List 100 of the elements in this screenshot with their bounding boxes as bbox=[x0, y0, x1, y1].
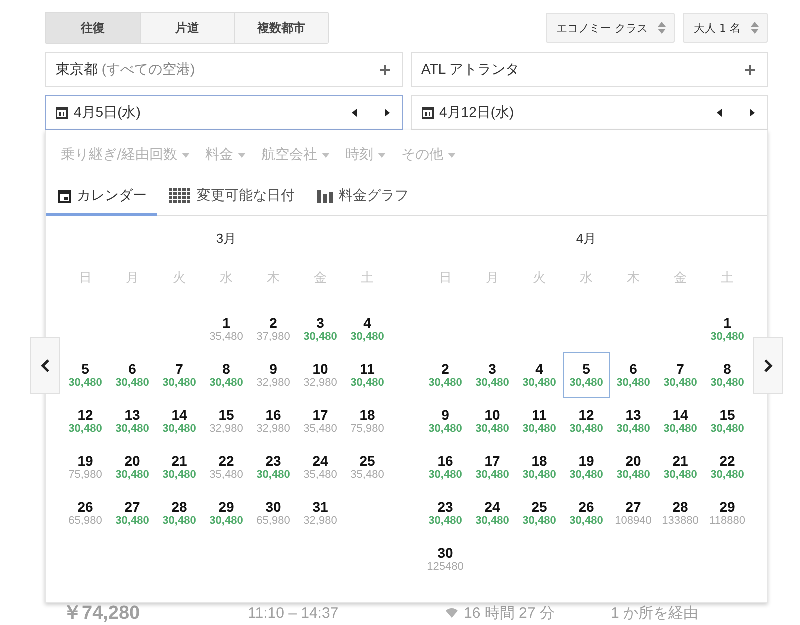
dropdown-caret-icon bbox=[448, 152, 456, 158]
cabin-class-select[interactable]: エコノミー クラス bbox=[546, 13, 675, 43]
calendar-day[interactable]: 28 30,480 bbox=[156, 490, 203, 536]
weekday-label: 月 bbox=[485, 269, 500, 287]
calendar-day[interactable]: 12 30,480 bbox=[62, 398, 109, 444]
calendar-day[interactable]: 7 30,480 bbox=[657, 352, 704, 398]
weekday-label: 金 bbox=[313, 269, 328, 287]
calendar-day[interactable]: 11 30,480 bbox=[344, 352, 391, 398]
calendar-day[interactable]: 21 30,480 bbox=[657, 444, 704, 490]
calendar-day[interactable]: 15 30,480 bbox=[704, 398, 751, 444]
next-day-icon[interactable] bbox=[384, 108, 390, 116]
calendar-day[interactable]: 19 30,480 bbox=[563, 444, 610, 490]
weekday-label: 日 bbox=[78, 269, 93, 287]
calendar-day[interactable]: 15 32,980 bbox=[203, 398, 250, 444]
calendar-day[interactable]: 2 37,980 bbox=[250, 306, 297, 352]
calendar-day[interactable]: 23 30,480 bbox=[422, 490, 469, 536]
bar-chart-icon bbox=[317, 189, 333, 203]
calendar-day[interactable]: 6 30,480 bbox=[610, 352, 657, 398]
trip-type-button[interactable]: 往復 bbox=[46, 13, 140, 43]
view-tab[interactable]: 変更可能な日付 bbox=[157, 179, 305, 216]
calendar-day[interactable]: 10 30,480 bbox=[469, 398, 516, 444]
calendar-day[interactable]: 17 30,480 bbox=[469, 444, 516, 490]
weekday-label: 水 bbox=[219, 269, 234, 287]
calendar-day[interactable]: 8 30,480 bbox=[203, 352, 250, 398]
calendar-day[interactable]: 11 30,480 bbox=[516, 398, 563, 444]
calendar-day[interactable]: 8 30,480 bbox=[704, 352, 751, 398]
calendar-day[interactable]: 30 125480 bbox=[422, 536, 469, 582]
trip-type-button[interactable]: 片道 bbox=[140, 13, 234, 43]
weekday-label: 水 bbox=[579, 269, 594, 287]
calendar-day[interactable]: 4 30,480 bbox=[344, 306, 391, 352]
calendar-day[interactable]: 28 133880 bbox=[657, 490, 704, 536]
calendar-icon bbox=[422, 106, 434, 118]
previous-month-button[interactable] bbox=[30, 337, 60, 394]
calendar-day[interactable]: 21 30,480 bbox=[156, 444, 203, 490]
dropdown-caret-icon bbox=[322, 152, 330, 158]
grid-icon bbox=[169, 188, 191, 204]
calendar-day[interactable]: 3 30,480 bbox=[297, 306, 344, 352]
passengers-select[interactable]: 大人 1 名 bbox=[683, 13, 768, 43]
weekday-label: 月 bbox=[125, 269, 140, 287]
dropdown-caret-icon bbox=[378, 152, 386, 158]
add-icon[interactable] bbox=[745, 64, 755, 74]
calendar-day[interactable]: 24 35,480 bbox=[297, 444, 344, 490]
calendar-day[interactable]: 1 35,480 bbox=[203, 306, 250, 352]
next-day-icon[interactable] bbox=[750, 108, 755, 116]
calendar-day[interactable]: 7 30,480 bbox=[156, 352, 203, 398]
weekday-label: 金 bbox=[673, 269, 688, 287]
previous-day-icon[interactable] bbox=[352, 108, 356, 116]
calendar-day[interactable]: 17 35,480 bbox=[297, 398, 344, 444]
dropdown-caret-icon bbox=[238, 152, 246, 158]
weekday-label: 土 bbox=[360, 269, 375, 287]
calendar-day[interactable]: 22 35,480 bbox=[203, 444, 250, 490]
calendar-day[interactable]: 14 30,480 bbox=[657, 398, 704, 444]
calendar-day[interactable]: 9 30,480 bbox=[422, 398, 469, 444]
calendar-day[interactable]: 10 32,980 bbox=[297, 352, 344, 398]
origin-field[interactable]: 東京都 (すべての空港) bbox=[45, 52, 402, 87]
calendar-day[interactable]: 19 75,980 bbox=[62, 444, 109, 490]
calendar-day[interactable]: 2 30,480 bbox=[422, 352, 469, 398]
calendar-day[interactable]: 16 30,480 bbox=[422, 444, 469, 490]
calendar-day[interactable]: 5 30,480 bbox=[563, 352, 610, 398]
calendar-day[interactable]: 26 30,480 bbox=[563, 490, 610, 536]
calendar-day[interactable]: 24 30,480 bbox=[469, 490, 516, 536]
view-tab[interactable]: 料金グラフ bbox=[305, 179, 419, 216]
calendar-day[interactable]: 13 30,480 bbox=[610, 398, 657, 444]
chevron-left-icon bbox=[40, 358, 50, 372]
calendar-day[interactable]: 30 65,980 bbox=[250, 490, 297, 536]
calendar-day[interactable]: 25 35,480 bbox=[344, 444, 391, 490]
calendar-day[interactable]: 27 108940 bbox=[610, 490, 657, 536]
calendar-day[interactable]: 1 30,480 bbox=[704, 306, 751, 352]
calendar-day[interactable]: 16 32,980 bbox=[250, 398, 297, 444]
result-price: ￥74,280 bbox=[63, 602, 142, 625]
date-field[interactable]: 4月5日(水) bbox=[45, 95, 402, 130]
previous-day-icon[interactable] bbox=[717, 108, 722, 116]
calendar-day[interactable]: 14 30,480 bbox=[156, 398, 203, 444]
calendar-day[interactable]: 22 30,480 bbox=[704, 444, 751, 490]
calendar-day[interactable]: 18 30,480 bbox=[516, 444, 563, 490]
calendar-day[interactable]: 26 65,980 bbox=[62, 490, 109, 536]
calendar-day[interactable]: 23 30,480 bbox=[250, 444, 297, 490]
calendar-day[interactable]: 4 30,480 bbox=[516, 352, 563, 398]
calendar-day[interactable]: 13 30,480 bbox=[109, 398, 156, 444]
destination-field[interactable]: ATL アトランタ bbox=[410, 52, 768, 87]
month-title: 4月 bbox=[575, 230, 598, 248]
add-icon[interactable] bbox=[380, 64, 390, 74]
calendar-day[interactable]: 25 30,480 bbox=[516, 490, 563, 536]
calendar-day[interactable]: 27 30,480 bbox=[109, 490, 156, 536]
next-month-button[interactable] bbox=[753, 337, 783, 394]
calendar-day[interactable]: 3 30,480 bbox=[469, 352, 516, 398]
calendar-day[interactable]: 9 32,980 bbox=[250, 352, 297, 398]
calendar-day[interactable]: 6 30,480 bbox=[109, 352, 156, 398]
weekday-label: 火 bbox=[532, 269, 547, 287]
calendar-day[interactable]: 20 30,480 bbox=[109, 444, 156, 490]
calendar-day[interactable]: 29 30,480 bbox=[203, 490, 250, 536]
calendar-day[interactable]: 31 32,980 bbox=[297, 490, 344, 536]
calendar-day[interactable]: 20 30,480 bbox=[610, 444, 657, 490]
date-field[interactable]: 4月12日(水) bbox=[410, 95, 768, 130]
calendar-day[interactable]: 18 75,980 bbox=[344, 398, 391, 444]
calendar-day[interactable]: 29 118880 bbox=[704, 490, 751, 536]
calendar-day[interactable]: 12 30,480 bbox=[563, 398, 610, 444]
calendar-day[interactable]: 5 30,480 bbox=[62, 352, 109, 398]
view-tab[interactable]: カレンダー bbox=[46, 179, 157, 216]
trip-type-button[interactable]: 複数都市 bbox=[234, 13, 328, 43]
